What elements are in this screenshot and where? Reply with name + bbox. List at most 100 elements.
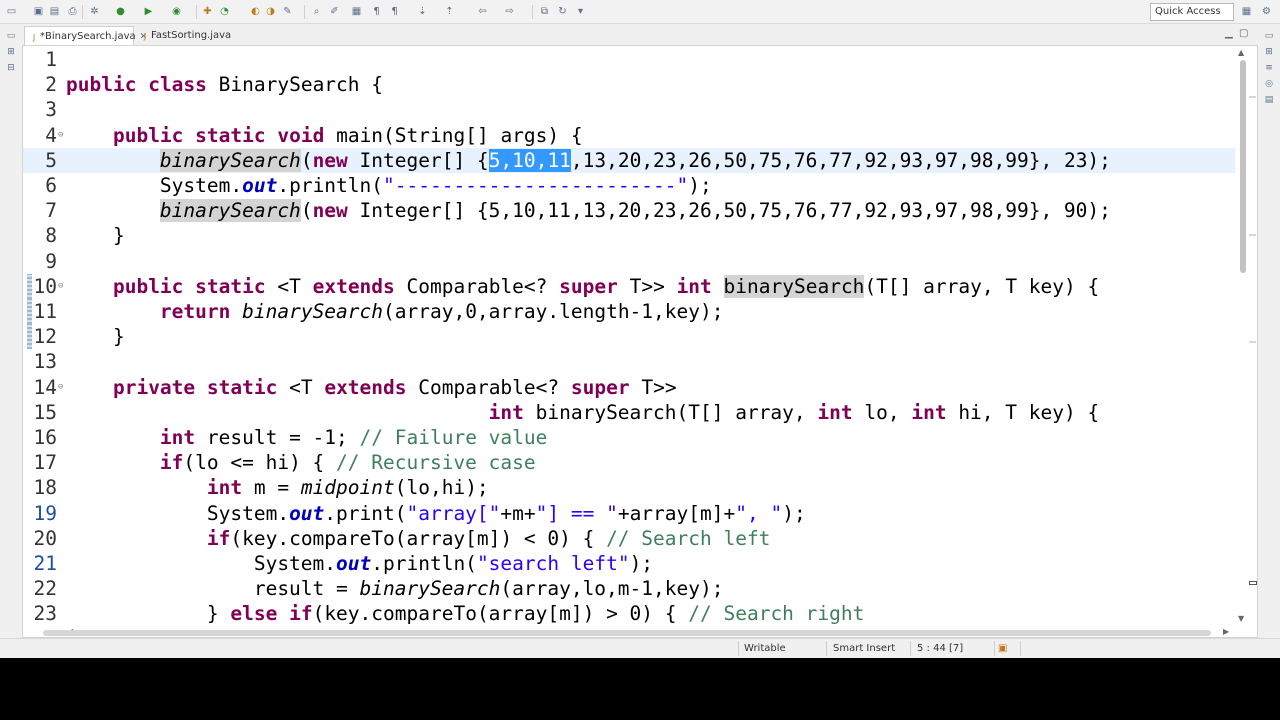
- fold-toggle-icon[interactable]: ⊖: [58, 123, 63, 148]
- save-icon[interactable]: ▣: [32, 5, 45, 18]
- code-line[interactable]: 5 binarySearch(new Integer[] {5,10,11,13…: [23, 147, 1235, 173]
- code-line[interactable]: 6 System.out.println("------------------…: [23, 173, 1235, 198]
- code-line[interactable]: 22 result = binarySearch(array,lo,m-1,ke…: [23, 576, 1235, 601]
- code-line[interactable]: 3: [23, 97, 1235, 122]
- vertical-scrollbar[interactable]: ▲ ▼: [1235, 46, 1257, 626]
- annotation-icon[interactable]: ▦: [350, 5, 363, 18]
- maximize-icon[interactable]: ▢: [1239, 28, 1248, 39]
- code-line[interactable]: 12 }: [23, 324, 1235, 350]
- scroll-down-icon[interactable]: ▼: [1238, 614, 1244, 623]
- editor-lines[interactable]: 1 2 public class BinarySearch {3 4 ⊖ public …: [23, 46, 1235, 626]
- back-icon[interactable]: ⇦: [476, 5, 489, 18]
- code-editor[interactable]: 1 2 public class BinarySearch {3 4 ⊖ public …: [22, 45, 1258, 638]
- java-perspective-icon[interactable]: ▦: [1240, 5, 1253, 18]
- show-whitespace-icon[interactable]: ¶: [370, 5, 383, 18]
- pin-editor-icon[interactable]: ⧉: [538, 5, 551, 18]
- overview-ruler-marker[interactable]: [1249, 581, 1257, 585]
- more-icon[interactable]: ▾: [574, 5, 587, 18]
- horizontal-scroll-thumb[interactable]: [43, 630, 1211, 636]
- code-line[interactable]: 11 return binarySearch(array,0,array.len…: [23, 299, 1235, 324]
- debug-icon[interactable]: ●: [114, 5, 127, 18]
- code-line[interactable]: 2 public class BinarySearch {: [23, 72, 1235, 97]
- code-line[interactable]: 9: [23, 249, 1235, 274]
- new-icon[interactable]: ▭: [5, 5, 18, 18]
- code-text[interactable]: private static <T extends Comparable<? s…: [66, 375, 677, 400]
- code-line[interactable]: 16 int result = -1; // Failure value: [23, 425, 1235, 450]
- code-line[interactable]: 1: [23, 47, 1235, 72]
- fold-toggle-icon[interactable]: ⊖: [58, 375, 63, 400]
- toggle-breakpoint-icon[interactable]: ✲: [88, 5, 101, 18]
- restore-icon[interactable]: ▭: [5, 30, 17, 42]
- next-annotation-icon[interactable]: ⇣: [416, 5, 429, 18]
- code-text[interactable]: }: [66, 223, 125, 248]
- outline-icon[interactable]: ⊞: [1263, 46, 1275, 58]
- coverage-icon[interactable]: ✚: [201, 5, 214, 18]
- previous-annotation-icon[interactable]: ⇡: [443, 5, 456, 18]
- problems-icon[interactable]: ◎: [1263, 78, 1275, 90]
- package-explorer-icon[interactable]: ⊞: [5, 46, 17, 58]
- code-text[interactable]: public class BinarySearch {: [66, 72, 383, 97]
- code-line[interactable]: 14 ⊖ private static <T extends Comparable…: [23, 375, 1235, 400]
- code-text[interactable]: int result = -1; // Failure value: [66, 425, 547, 450]
- open-type-icon[interactable]: ✎: [281, 5, 294, 18]
- code-text[interactable]: System.out.println("search left");: [66, 551, 653, 576]
- scroll-right-icon[interactable]: ▶: [1223, 627, 1229, 636]
- code-text[interactable]: return binarySearch(array,0,array.length…: [66, 299, 724, 324]
- forward-icon[interactable]: ⇨: [503, 5, 516, 18]
- horizontal-scrollbar[interactable]: ◀ ▶: [23, 626, 1235, 637]
- code-line[interactable]: 20 if(key.compareTo(array[m]) < 0) { // …: [23, 526, 1235, 551]
- code-text[interactable]: System.out.print("array["+m+"] == "+arra…: [66, 501, 806, 526]
- code-line[interactable]: 8 }: [23, 223, 1235, 248]
- code-text[interactable]: binarySearch(new Integer[] {5,10,11,13,2…: [66, 148, 1111, 173]
- debug-perspective-icon[interactable]: ⚙: [1260, 5, 1273, 18]
- quick-diff-marker: [27, 299, 32, 324]
- quick-access-input[interactable]: Quick Access: [1150, 3, 1234, 21]
- code-line[interactable]: 19 System.out.print("array["+m+"] == "+a…: [23, 501, 1235, 526]
- code-text[interactable]: public static void main(String[] args) {: [66, 123, 583, 148]
- print-icon[interactable]: ⎙: [66, 5, 79, 18]
- run-icon[interactable]: ▶: [142, 5, 155, 18]
- save-all-icon[interactable]: ▤: [48, 5, 61, 18]
- text-selection[interactable]: 5,10,11: [488, 148, 571, 172]
- code-text[interactable]: int binarySearch(T[] array, int lo, int …: [66, 400, 1100, 425]
- new-package-icon[interactable]: ◐: [249, 5, 262, 18]
- code-line[interactable]: 18 int m = midpoint(lo,hi);: [23, 475, 1235, 500]
- line-number: 1: [45, 48, 57, 71]
- code-line[interactable]: 23 } else if(key.compareTo(array[m]) > 0…: [23, 601, 1235, 626]
- code-line[interactable]: 21 System.out.println("search left");: [23, 551, 1235, 576]
- code-line[interactable]: 15 int binarySearch(T[] array, int lo, i…: [23, 400, 1235, 425]
- new-class-icon[interactable]: ◑: [264, 5, 277, 18]
- search-icon[interactable]: ⌕: [310, 5, 323, 18]
- console-icon[interactable]: ▤: [1263, 94, 1275, 106]
- code-text[interactable]: public static <T extends Comparable<? su…: [66, 274, 1099, 299]
- tab-binarysearch[interactable]: J *BinarySearch.java ✕: [24, 26, 147, 45]
- quick-diff-marker: [27, 324, 32, 350]
- type-hierarchy-icon[interactable]: ⊟: [5, 62, 17, 74]
- code-text[interactable]: if(lo <= hi) { // Recursive case: [66, 450, 536, 475]
- code-line[interactable]: 10 ⊖ public static <T extends Comparable<…: [23, 273, 1235, 299]
- vertical-scroll-thumb[interactable]: [1240, 60, 1246, 273]
- new-java-project-icon[interactable]: ◔: [218, 5, 231, 18]
- code-text[interactable]: }: [66, 324, 125, 349]
- code-text[interactable]: binarySearch(new Integer[] {5,10,11,13,2…: [66, 198, 1111, 223]
- external-tools-icon[interactable]: ◉: [170, 5, 183, 18]
- fold-toggle-icon[interactable]: ⊖: [58, 274, 63, 299]
- code-text[interactable]: if(key.compareTo(array[m]) < 0) { // Sea…: [66, 526, 771, 551]
- code-text[interactable]: result = binarySearch(array,lo,m-1,key);: [66, 576, 724, 601]
- code-line[interactable]: 7 binarySearch(new Integer[] {5,10,11,13…: [23, 198, 1235, 223]
- refresh-icon[interactable]: ↻: [556, 5, 569, 18]
- code-line[interactable]: 4 ⊖ public static void main(String[] args…: [23, 123, 1235, 148]
- task-list-icon[interactable]: ≡: [1263, 62, 1275, 74]
- scroll-up-icon[interactable]: ▲: [1238, 48, 1244, 57]
- code-text[interactable]: System.out.println("--------------------…: [66, 173, 712, 198]
- minimize-icon[interactable]: ▁: [1225, 28, 1233, 39]
- tab-fastsorting[interactable]: J FastSorting.java: [136, 26, 236, 45]
- paragraph-icon[interactable]: ¶: [388, 5, 401, 18]
- code-text[interactable]: int m = midpoint(lo,hi);: [66, 475, 489, 500]
- code-text[interactable]: } else if(key.compareTo(array[m]) > 0) {…: [66, 601, 865, 626]
- code-line[interactable]: 13: [23, 349, 1235, 374]
- progress-icon[interactable]: ▣: [998, 643, 1007, 654]
- code-line[interactable]: 17 if(lo <= hi) { // Recursive case: [23, 450, 1235, 475]
- restore-right-icon[interactable]: ▭: [1263, 30, 1275, 42]
- mark-occurrences-icon[interactable]: ✐: [328, 5, 341, 18]
